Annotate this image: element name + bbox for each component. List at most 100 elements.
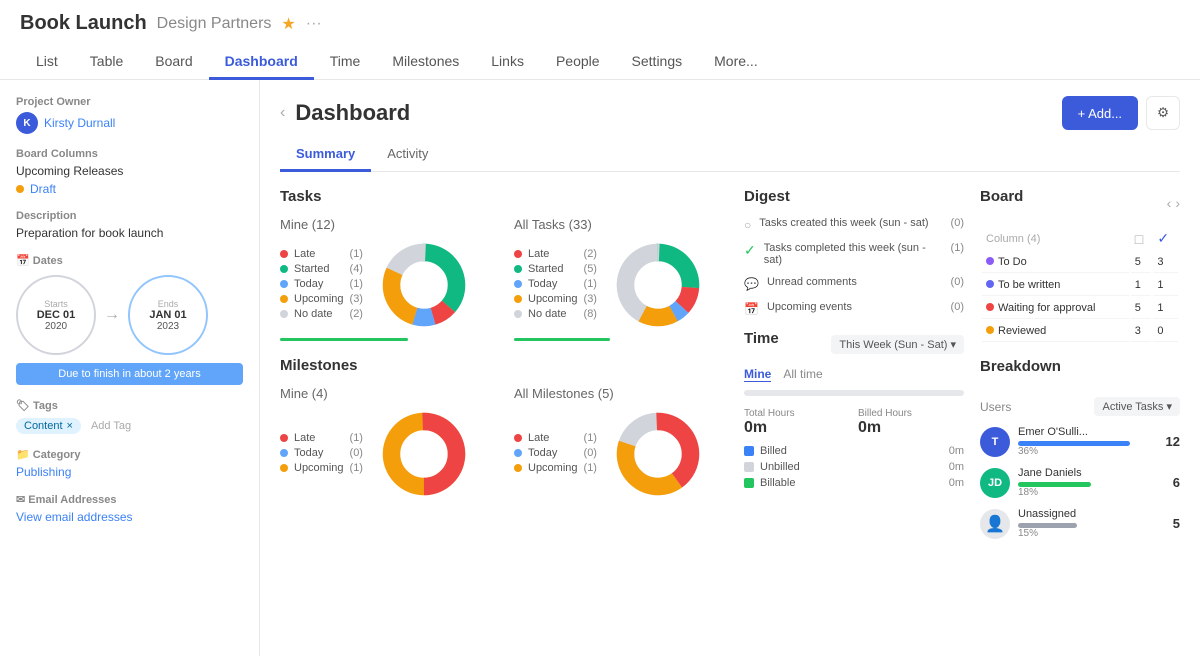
col-written-count1: 1 bbox=[1131, 275, 1152, 296]
late-dot bbox=[280, 434, 288, 442]
add-tag-button[interactable]: Add Tag bbox=[91, 420, 131, 432]
nav-tab-settings[interactable]: Settings bbox=[616, 45, 699, 80]
legend-item: Today (1) bbox=[514, 278, 597, 290]
comment-icon: 💬 bbox=[744, 277, 759, 291]
billed-hours-stat: Billed Hours 0m bbox=[858, 408, 964, 437]
user-row-unassigned: 👤 Unassigned 15% 5 bbox=[980, 508, 1180, 539]
header-actions: + Add... ⚙ bbox=[1062, 96, 1180, 130]
view-email-link[interactable]: View email addresses bbox=[16, 510, 133, 524]
mine-donut-chart bbox=[379, 240, 469, 330]
nav-tab-links[interactable]: Links bbox=[475, 45, 540, 80]
draft-label[interactable]: Draft bbox=[30, 182, 56, 196]
nav-tab-board[interactable]: Board bbox=[139, 45, 208, 80]
today-dot bbox=[514, 280, 522, 288]
breakdown-filter[interactable]: Active Tasks ▾ bbox=[1094, 397, 1180, 416]
category-value[interactable]: Publishing bbox=[16, 465, 71, 479]
user-row-jane: JD Jane Daniels 18% 6 bbox=[980, 467, 1180, 498]
board-header: Board ‹ › bbox=[980, 188, 1180, 217]
nav-tab-people[interactable]: People bbox=[540, 45, 616, 80]
project-name: Book Launch bbox=[20, 12, 147, 35]
nav-tab-more[interactable]: More... bbox=[698, 45, 774, 80]
board-next-button[interactable]: › bbox=[1175, 195, 1180, 211]
nav-tab-dashboard[interactable]: Dashboard bbox=[209, 45, 314, 80]
checkbox-header: □ bbox=[1131, 227, 1152, 250]
mine-donut-svg bbox=[379, 240, 469, 330]
draft-item: Draft bbox=[16, 182, 243, 196]
legend-item: Started (4) bbox=[280, 263, 363, 275]
nodate-dot bbox=[514, 310, 522, 318]
col-todo-count1: 5 bbox=[1131, 252, 1152, 273]
board-prev-button[interactable]: ‹ bbox=[1167, 195, 1172, 211]
legend-item: Upcoming (3) bbox=[280, 293, 363, 305]
page-title: Dashboard bbox=[295, 100, 410, 126]
draft-dot bbox=[16, 185, 24, 193]
mine-milestones-title: Mine (4) bbox=[280, 386, 494, 401]
mine-milestones-container: Late (1) Today (0) bbox=[280, 409, 494, 499]
settings-gear-button[interactable]: ⚙ bbox=[1146, 96, 1180, 130]
star-icon[interactable]: ★ bbox=[281, 14, 295, 34]
category-label: 📁 Category bbox=[16, 448, 243, 461]
sidebar-category: 📁 Category Publishing bbox=[16, 448, 243, 479]
mine-milestones-svg bbox=[379, 409, 469, 499]
owner-name[interactable]: Kirsty Durnall bbox=[44, 116, 115, 130]
upcoming-dot bbox=[280, 295, 288, 303]
all-milestones-container: Late (1) Today (0) bbox=[514, 409, 728, 499]
middle-column: Digest ○ Tasks created this week (sun - … bbox=[744, 188, 964, 549]
back-button[interactable]: ‹ bbox=[280, 104, 285, 122]
gear-icon: ⚙ bbox=[1157, 105, 1169, 120]
tag-remove-icon[interactable]: × bbox=[67, 420, 73, 432]
user-row-emer: T Emer O'Sulli... 36% 12 bbox=[980, 426, 1180, 457]
content-header: ‹ Dashboard + Add... ⚙ bbox=[280, 80, 1180, 138]
nav-tab-milestones[interactable]: Milestones bbox=[376, 45, 475, 80]
column-header: Column (4) bbox=[982, 227, 1129, 250]
tab-activity[interactable]: Activity bbox=[371, 138, 444, 172]
nav-tab-table[interactable]: Table bbox=[74, 45, 139, 80]
legend-item: Today (0) bbox=[514, 447, 597, 459]
digest-item-events: 📅 Upcoming events (0) bbox=[744, 301, 964, 316]
jane-info: Jane Daniels 18% bbox=[1018, 467, 1165, 498]
tasks-section: Tasks Mine (12) Late (1) bbox=[280, 188, 728, 341]
legend-item: Late (1) bbox=[280, 432, 363, 444]
nav-tab-list[interactable]: List bbox=[20, 45, 74, 80]
total-hours-value: 0m bbox=[744, 419, 850, 437]
project-title-bar: Book Launch Design Partners ★ ··· bbox=[20, 12, 1180, 45]
filter-mine[interactable]: Mine bbox=[744, 367, 771, 382]
add-button[interactable]: + Add... bbox=[1062, 96, 1138, 130]
sidebar-dates: 📅 Dates Starts DEC 01 2020 → Ends JAN 01… bbox=[16, 254, 243, 385]
all-milestones-title: All Milestones (5) bbox=[514, 386, 728, 401]
emer-pct: 36% bbox=[1018, 446, 1158, 457]
project-owner-label: Project Owner bbox=[16, 96, 243, 108]
main-layout: Project Owner K Kirsty Durnall Board Col… bbox=[0, 80, 1200, 656]
digest-title: Digest bbox=[744, 188, 964, 205]
mine-milestones-legend: Late (1) Today (0) bbox=[280, 432, 363, 477]
calendar-icon: 📅 bbox=[744, 302, 759, 316]
content-tag[interactable]: Content × bbox=[16, 418, 81, 434]
tab-summary[interactable]: Summary bbox=[280, 138, 371, 172]
mine-legend: Late (1) Started (4) bbox=[280, 248, 363, 323]
col-todo: To Do bbox=[982, 252, 1129, 273]
billed-hours-label: Billed Hours bbox=[858, 408, 964, 419]
billed-row: Billed 0m bbox=[744, 445, 964, 457]
users-label: Users bbox=[980, 400, 1011, 414]
today-dot bbox=[514, 449, 522, 457]
mine-milestones: Mine (4) Late (1) bbox=[280, 386, 494, 499]
legend-item: Late (2) bbox=[514, 248, 597, 260]
board-section: Board ‹ › Column (4) □ ✓ bbox=[980, 188, 1180, 344]
col-todo-count2: 3 bbox=[1153, 252, 1178, 273]
time-period-selector[interactable]: This Week (Sun - Sat) ▾ bbox=[831, 335, 964, 354]
time-stats: Total Hours 0m Billed Hours 0m bbox=[744, 408, 964, 437]
content-header-left: ‹ Dashboard bbox=[280, 100, 410, 126]
unbilled-color bbox=[744, 462, 754, 472]
all-tasks-title: All Tasks (33) bbox=[514, 217, 728, 232]
table-row: Waiting for approval 5 1 bbox=[982, 298, 1178, 319]
board-nav: ‹ › bbox=[1167, 195, 1180, 211]
more-options-icon[interactable]: ··· bbox=[306, 15, 322, 33]
filter-alltime[interactable]: All time bbox=[783, 367, 822, 382]
breakdown-header: Breakdown bbox=[980, 358, 1180, 387]
jane-name: Jane Daniels bbox=[1018, 467, 1118, 479]
unbilled-row: Unbilled 0m bbox=[744, 461, 964, 473]
all-chart-container: Late (2) Started (5) bbox=[514, 240, 728, 330]
nav-tab-time[interactable]: Time bbox=[314, 45, 377, 80]
all-legend: Late (2) Started (5) bbox=[514, 248, 597, 323]
time-usage-bar bbox=[744, 390, 964, 396]
